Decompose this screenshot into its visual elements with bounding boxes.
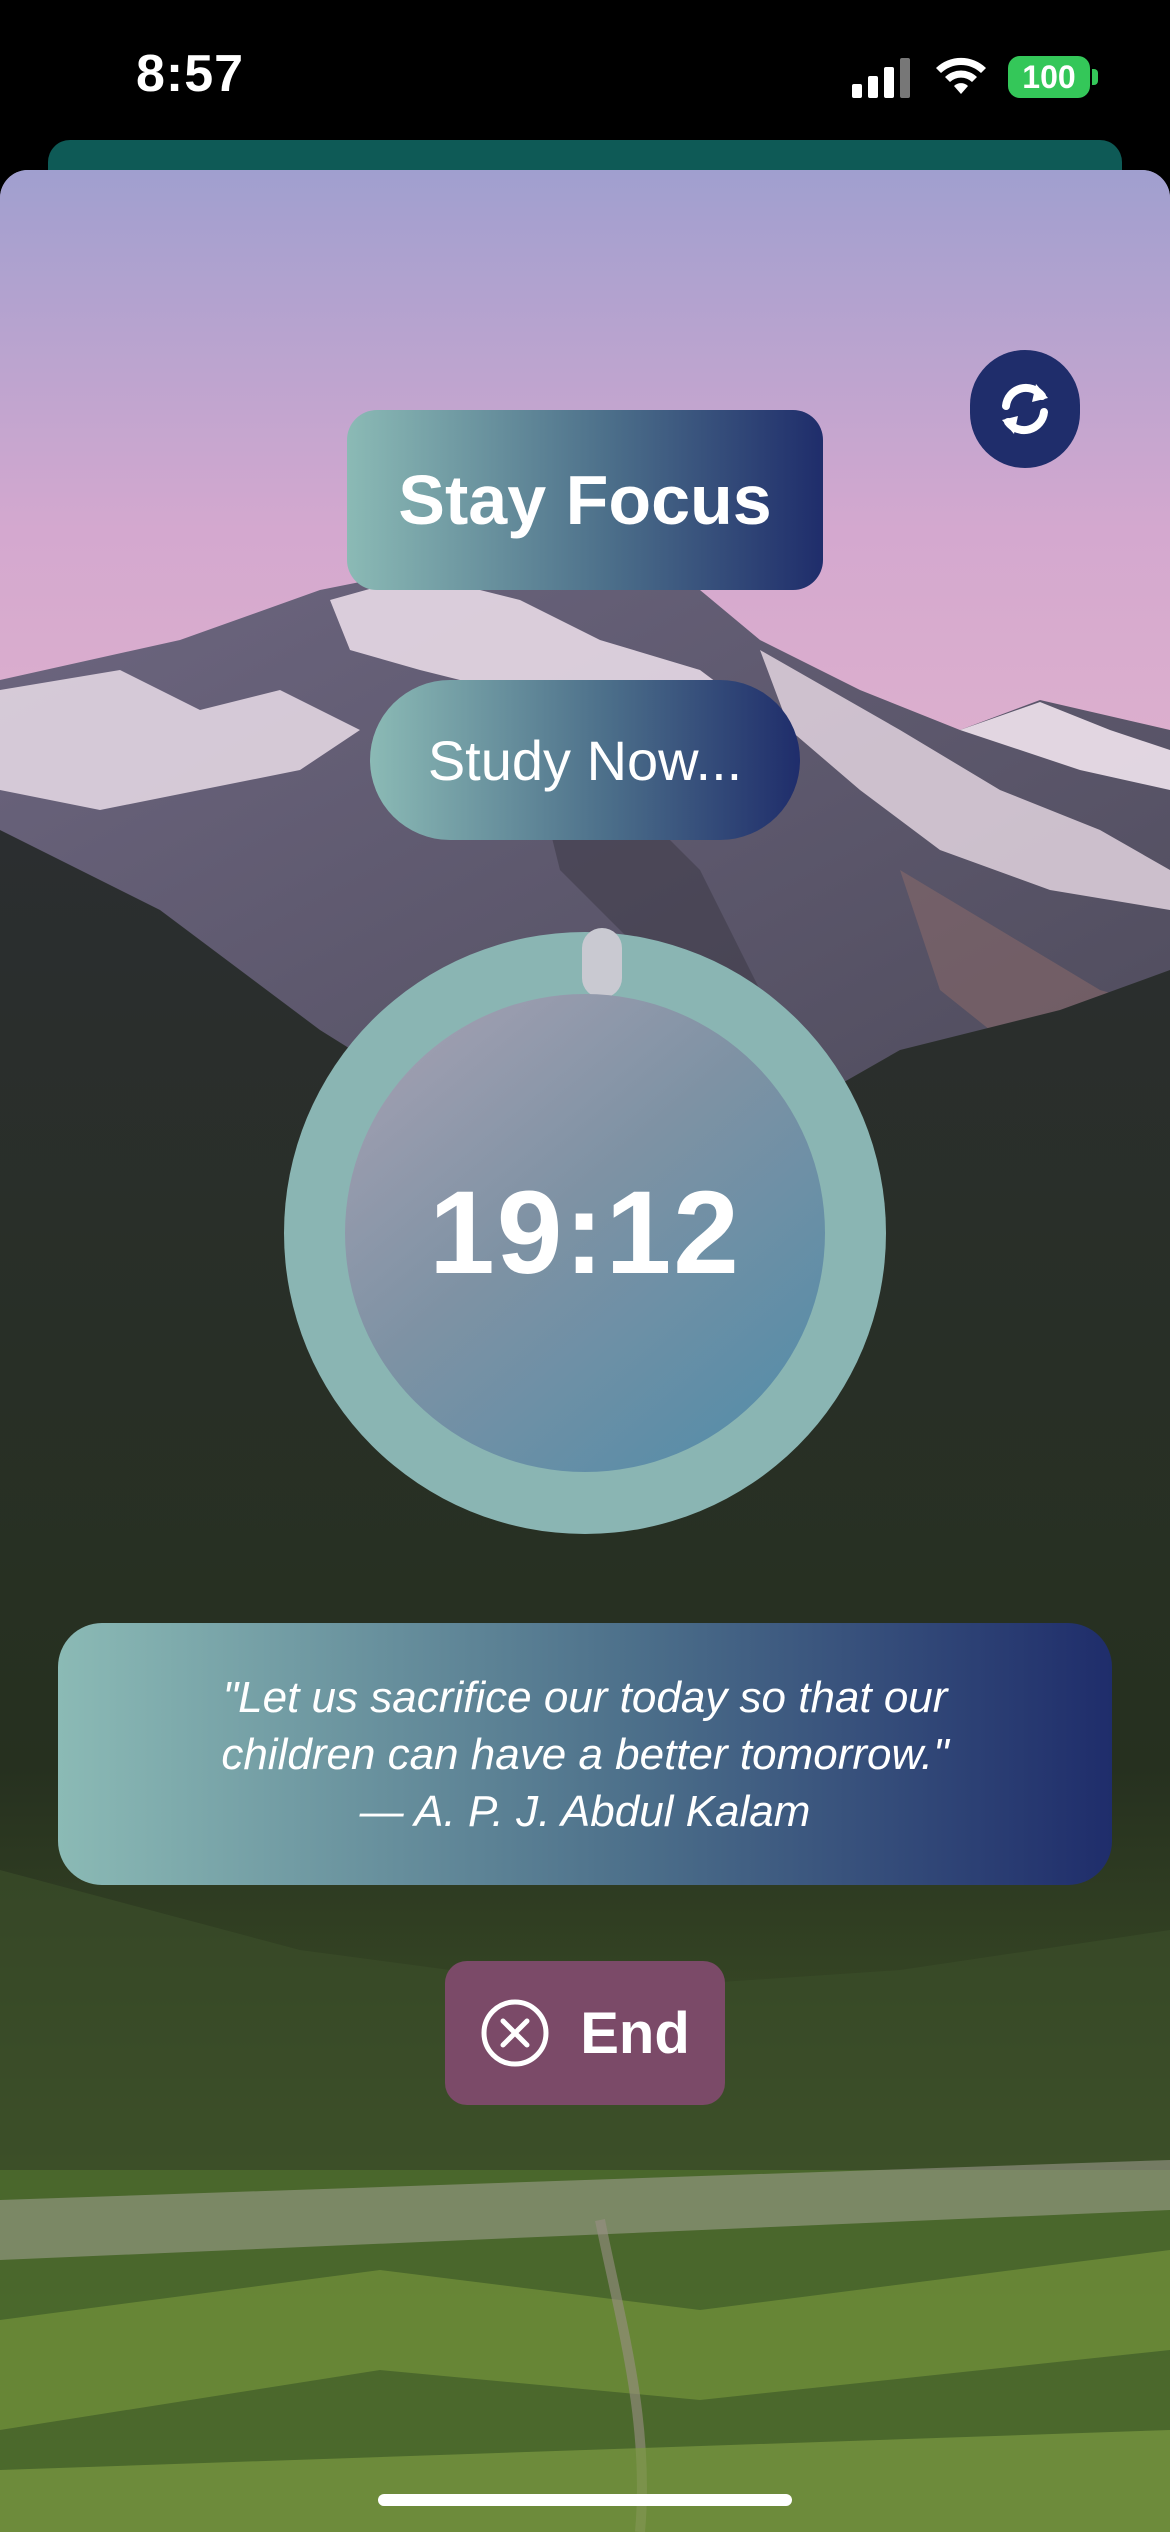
quote-card: "Let us sacrifice our today so that our … xyxy=(58,1623,1112,1885)
wifi-icon xyxy=(936,57,986,94)
quote-line-2: children can have a better tomorrow." xyxy=(221,1729,949,1779)
timer-progress-gap xyxy=(582,928,622,998)
page-title: Stay Focus xyxy=(347,410,823,590)
home-indicator[interactable] xyxy=(378,2494,792,2506)
status-bar: 8:57 100 xyxy=(0,0,1170,150)
quote-author: — A. P. J. Abdul Kalam xyxy=(359,1786,811,1836)
status-time: 8:57 xyxy=(136,45,245,103)
focus-screen: Stay Focus Study Now... 19:12 "Let us sa… xyxy=(0,170,1170,2532)
refresh-icon xyxy=(1002,383,1048,435)
quote-line-1: "Let us sacrifice our today so that our xyxy=(222,1672,948,1722)
battery-tip xyxy=(1092,69,1098,85)
close-circle-icon xyxy=(481,1999,549,2067)
refresh-button[interactable] xyxy=(970,350,1080,468)
timer-display: 19:12 xyxy=(345,994,825,1472)
cellular-signal-icon xyxy=(852,58,910,98)
session-subtitle: Study Now... xyxy=(370,680,800,840)
timer-remaining: 19:12 xyxy=(429,1167,741,1299)
end-button[interactable]: End xyxy=(445,1961,725,2105)
battery-indicator: 100 xyxy=(1008,56,1090,98)
end-button-label: End xyxy=(580,2000,690,2066)
